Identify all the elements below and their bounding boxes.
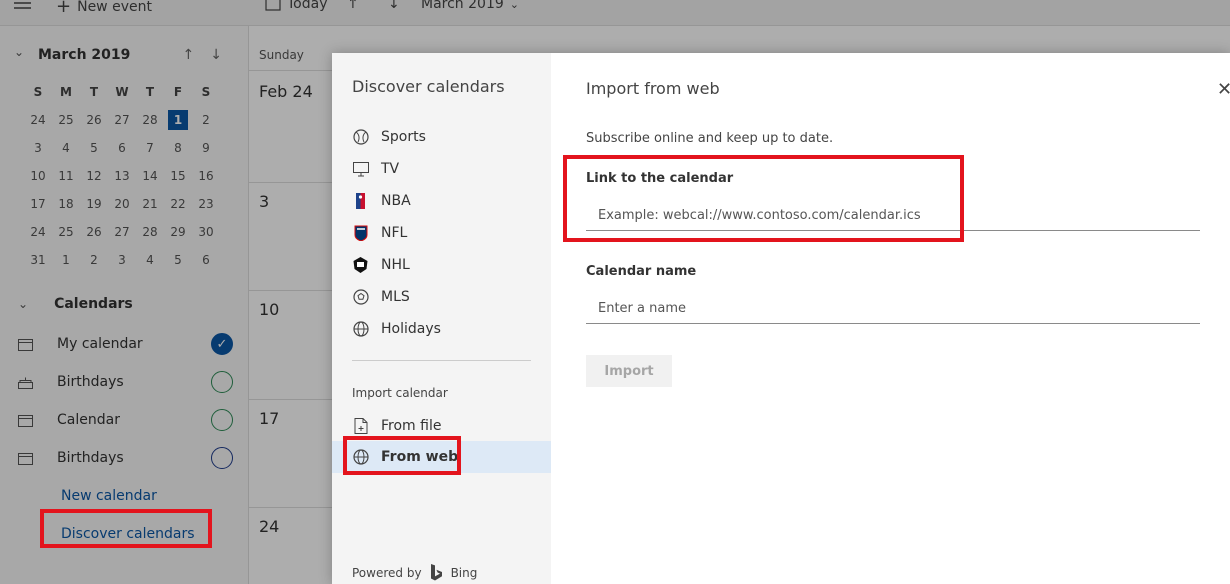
nav-item-nhl[interactable]: NHL (352, 254, 551, 276)
tv-icon (352, 161, 369, 178)
import-calendar-heading: Import calendar (352, 386, 448, 400)
import-button[interactable]: Import (586, 355, 672, 387)
dialog-nav-title: Discover calendars (352, 77, 505, 96)
nav-item-label: Sports (381, 129, 426, 145)
nav-divider (352, 360, 531, 361)
nav-item-nba[interactable]: NBA (352, 190, 551, 212)
bing-label: Bing (450, 566, 478, 580)
nav-item-label: MLS (381, 289, 410, 305)
powered-by: Powered by Bing (352, 564, 477, 582)
nav-item-from-file[interactable]: From file (352, 415, 551, 437)
bing-logo-icon (430, 564, 442, 581)
discover-calendars-dialog: Discover calendars Sports TV NBA NFL NHL… (332, 53, 1230, 584)
name-field-label: Calendar name (586, 264, 697, 279)
highlight-from-web (343, 436, 461, 475)
nav-item-label: NFL (381, 225, 408, 241)
dialog-content-title: Import from web (586, 79, 720, 98)
nhl-logo-icon (352, 257, 369, 274)
nba-logo-icon (352, 193, 369, 210)
globe-icon (352, 321, 369, 338)
highlight-discover-calendars (40, 509, 212, 548)
nav-item-tv[interactable]: TV (352, 158, 551, 180)
nav-item-label: From file (381, 418, 442, 434)
nav-item-label: Holidays (381, 321, 441, 337)
highlight-link-field (563, 155, 964, 242)
nav-item-sports[interactable]: Sports (352, 126, 551, 148)
soccer-ball-icon (352, 289, 369, 306)
dialog-content: Import from web ✕ Subscribe online and k… (551, 53, 1230, 584)
dialog-nav: Discover calendars Sports TV NBA NFL NHL… (332, 53, 551, 584)
powered-by-label: Powered by (352, 566, 422, 580)
nav-item-holidays[interactable]: Holidays (352, 318, 551, 340)
dialog-description: Subscribe online and keep up to date. (586, 131, 834, 146)
nav-item-mls[interactable]: MLS (352, 286, 551, 308)
file-icon (352, 418, 369, 435)
calendar-name-input[interactable] (586, 294, 1200, 324)
nav-item-label: NHL (381, 257, 410, 273)
nav-item-label: TV (381, 161, 400, 177)
basketball-icon (352, 129, 369, 146)
close-icon[interactable]: ✕ (1217, 81, 1230, 99)
nav-item-nfl[interactable]: NFL (352, 222, 551, 244)
nfl-logo-icon (352, 225, 369, 242)
nav-item-label: NBA (381, 193, 411, 209)
